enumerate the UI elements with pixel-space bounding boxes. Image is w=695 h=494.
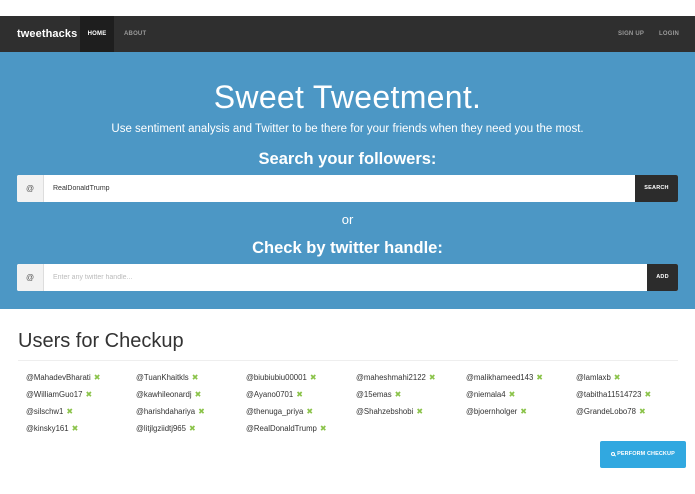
user-item: @bjoernholger ✖ (466, 406, 527, 418)
user-item: @RealDonaldTrump ✖ (246, 423, 327, 435)
navbar: tweethacks HOME ABOUT SIGN UP LOGIN (0, 16, 695, 52)
user-handle: @silschw1 (26, 407, 64, 416)
remove-icon[interactable]: ✖ (306, 406, 313, 418)
remove-icon[interactable]: ✖ (198, 406, 205, 418)
or-text: or (341, 212, 354, 227)
hero: Sweet Tweetment. Use sentiment analysis … (0, 52, 695, 309)
remove-icon[interactable]: ✖ (94, 372, 101, 384)
remove-icon[interactable]: ✖ (192, 372, 199, 384)
user-item: @maheshmahi2122 ✖ (356, 372, 436, 384)
user-item: @kawhileonardj ✖ (136, 389, 201, 401)
divider (18, 360, 678, 361)
nav-login[interactable]: LOGIN (659, 16, 679, 52)
handle-heading: Check by twitter handle: (252, 239, 443, 257)
remove-icon[interactable]: ✖ (310, 372, 317, 384)
nav-about[interactable]: ABOUT (124, 16, 146, 52)
top-strip (0, 0, 695, 16)
remove-icon[interactable]: ✖ (520, 406, 527, 418)
user-handle: @bjoernholger (466, 407, 518, 416)
user-item: @TuanKhaitkls ✖ (136, 372, 198, 384)
user-item: @biubiubiu00001 ✖ (246, 372, 317, 384)
brand-logo[interactable]: tweethacks (17, 16, 77, 52)
user-handle: @kawhileonardj (136, 390, 192, 399)
perform-checkup-button[interactable]: PERFORM CHECKUP (600, 441, 686, 468)
search-icon (611, 452, 616, 456)
user-handle: @niemala4 (466, 390, 506, 399)
remove-icon[interactable]: ✖ (614, 372, 621, 384)
hero-subtitle: Use sentiment analysis and Twitter to be… (111, 123, 584, 135)
user-item: @niemala4 ✖ (466, 389, 515, 401)
user-item: @lamlaxb ✖ (576, 372, 621, 384)
user-item: @harishdahariya ✖ (136, 406, 205, 418)
remove-icon[interactable]: ✖ (509, 389, 516, 401)
user-item: @malikhameed143 ✖ (466, 372, 543, 384)
remove-icon[interactable]: ✖ (72, 423, 79, 435)
nav-sign-up[interactable]: SIGN UP (618, 16, 644, 52)
user-handle: @GrandeLobo78 (576, 407, 636, 416)
hero-title: Sweet Tweetment. (213, 79, 482, 115)
remove-icon[interactable]: ✖ (320, 423, 327, 435)
user-item: @kinsky161 ✖ (26, 423, 78, 435)
user-handle: @thenuga_priya (246, 407, 304, 416)
nav-home[interactable]: HOME (80, 16, 114, 52)
user-handle: @TuanKhaitkls (136, 373, 189, 382)
search-input[interactable] (44, 175, 635, 202)
user-handle: @WilliamGuo17 (26, 390, 83, 399)
user-handle: @litjlgziidtj965 (136, 424, 186, 433)
remove-icon[interactable]: ✖ (66, 406, 73, 418)
remove-icon[interactable]: ✖ (536, 372, 543, 384)
user-handle: @kinsky161 (26, 424, 69, 433)
user-handle: @malikhameed143 (466, 373, 534, 382)
user-item: @Ayano0701 ✖ (246, 389, 303, 401)
user-handle: @tabitha11514723 (576, 390, 642, 399)
user-item: @Shahzebshobi ✖ (356, 406, 423, 418)
user-handle: @harishdahariya (136, 407, 196, 416)
add-button[interactable]: ADD (647, 264, 678, 291)
remove-icon[interactable]: ✖ (296, 389, 303, 401)
user-item: @MahadevBharati ✖ (26, 372, 100, 384)
user-item: @thenuga_priya ✖ (246, 406, 313, 418)
user-handle: @MahadevBharati (26, 373, 91, 382)
user-handle: @lamlaxb (576, 373, 611, 382)
user-handle: @RealDonaldTrump (246, 424, 317, 433)
add-handle-input-group: @ ADD (17, 264, 678, 291)
user-handle: @15emas (356, 390, 392, 399)
remove-icon[interactable]: ✖ (416, 406, 423, 418)
remove-icon[interactable]: ✖ (644, 389, 651, 401)
user-item: @litjlgziidtj965 ✖ (136, 423, 196, 435)
handle-input[interactable] (44, 264, 647, 291)
user-item: @GrandeLobo78 ✖ (576, 406, 646, 418)
at-icon: @ (17, 175, 44, 202)
remove-icon[interactable]: ✖ (195, 389, 202, 401)
user-item: @silschw1 ✖ (26, 406, 73, 418)
user-item: @15emas ✖ (356, 389, 401, 401)
search-heading: Search your followers: (258, 150, 437, 168)
search-input-group: @ SEARCH (17, 175, 678, 202)
remove-icon[interactable]: ✖ (429, 372, 436, 384)
remove-icon[interactable]: ✖ (395, 389, 402, 401)
at-icon: @ (17, 264, 44, 291)
user-item: @tabitha11514723 ✖ (576, 389, 651, 401)
users-section-title: Users for Checkup (18, 330, 184, 352)
user-handle: @biubiubiu00001 (246, 373, 307, 382)
search-button[interactable]: SEARCH (635, 175, 678, 202)
user-item: @WilliamGuo17 ✖ (26, 389, 92, 401)
remove-icon[interactable]: ✖ (85, 389, 92, 401)
user-handle: @maheshmahi2122 (356, 373, 426, 382)
user-handle: @Ayano0701 (246, 390, 294, 399)
perform-checkup-label: PERFORM CHECKUP (617, 451, 675, 457)
user-handle: @Shahzebshobi (356, 407, 414, 416)
remove-icon[interactable]: ✖ (189, 423, 196, 435)
remove-icon[interactable]: ✖ (639, 406, 646, 418)
